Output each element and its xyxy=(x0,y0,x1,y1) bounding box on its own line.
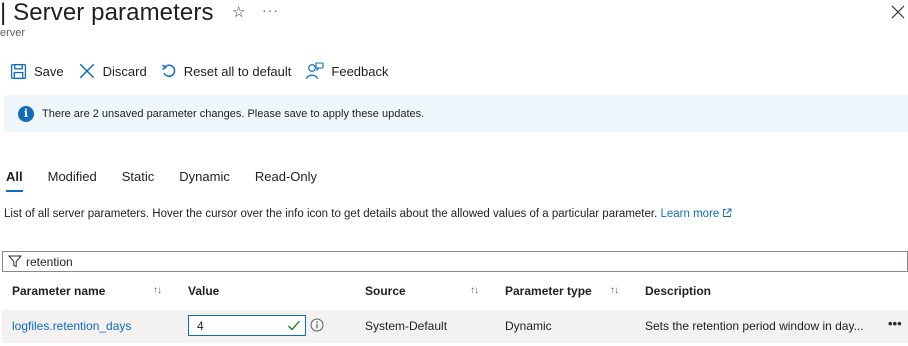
banner-message: There are 2 unsaved parameter changes. P… xyxy=(42,107,425,120)
tab-all[interactable]: All xyxy=(6,168,23,192)
save-icon xyxy=(10,63,27,79)
feedback-button[interactable]: Feedback xyxy=(305,61,389,81)
source-value: System-Default xyxy=(365,319,448,333)
page-subtitle: erver xyxy=(0,27,26,39)
tab-dynamic[interactable]: Dynamic xyxy=(179,168,230,190)
description-text: List of all server parameters. Hover the… xyxy=(4,208,661,220)
feedback-person-icon xyxy=(306,62,324,80)
info-icon: i xyxy=(18,105,34,122)
table-header: Parameter name ↑↓ Value Source ↑↓ Parame… xyxy=(0,284,908,302)
filter-funnel-icon xyxy=(8,255,22,268)
sort-arrows-icon[interactable]: ↑↓ xyxy=(470,285,479,296)
parameters-description: List of all server parameters. Hover the… xyxy=(4,208,732,220)
column-header-parameter-name[interactable]: Parameter name xyxy=(12,284,105,298)
parameter-value-input[interactable] xyxy=(189,316,279,335)
search-filter-box[interactable] xyxy=(2,251,908,272)
page-title: | Server parameters xyxy=(0,0,214,26)
save-button[interactable]: Save xyxy=(10,61,64,81)
search-input[interactable] xyxy=(26,254,726,269)
table-row: logfiles.retention_days System-Default D… xyxy=(2,310,908,343)
reset-all-button[interactable]: Reset all to default xyxy=(161,61,292,81)
valid-checkmark-icon xyxy=(288,320,300,331)
learn-more-link[interactable]: Learn more xyxy=(660,208,732,220)
column-header-value: Value xyxy=(188,284,220,298)
favorite-star-icon[interactable]: ☆ xyxy=(232,3,245,21)
page-header: | Server parameters xyxy=(0,0,214,26)
sort-arrows-icon[interactable]: ↑↓ xyxy=(610,285,619,296)
undo-icon xyxy=(161,64,175,77)
save-label: Save xyxy=(34,63,64,79)
close-icon[interactable] xyxy=(890,4,906,20)
sort-arrows-icon[interactable]: ↑↓ xyxy=(153,285,162,296)
parameter-filter-tabs: All Modified Static Dynamic Read-Only xyxy=(0,168,342,192)
discard-x-icon xyxy=(79,63,94,79)
unsaved-changes-banner: i There are 2 unsaved parameter changes.… xyxy=(4,95,908,132)
column-header-parameter-type[interactable]: Parameter type xyxy=(505,284,592,298)
tab-static[interactable]: Static xyxy=(122,168,155,190)
value-info-icon[interactable] xyxy=(310,318,324,332)
parameter-description: Sets the retention period window in day.… xyxy=(645,319,864,333)
discard-button[interactable]: Discard xyxy=(78,61,147,81)
column-header-description: Description xyxy=(645,284,712,298)
reset-label: Reset all to default xyxy=(183,63,292,79)
parameter-type-value: Dynamic xyxy=(505,319,552,333)
discard-label: Discard xyxy=(102,63,147,79)
row-more-actions-icon[interactable]: ••• xyxy=(888,316,902,331)
column-header-source[interactable]: Source xyxy=(365,284,406,298)
value-field[interactable] xyxy=(188,315,306,336)
feedback-label: Feedback xyxy=(331,63,389,79)
more-options-icon[interactable]: ··· xyxy=(262,2,279,18)
command-bar: Save Discard Reset all to default Feedba… xyxy=(0,60,403,82)
parameter-name-link[interactable]: logfiles.retention_days xyxy=(12,319,131,333)
external-link-icon xyxy=(723,208,732,217)
tab-modified[interactable]: Modified xyxy=(48,168,97,190)
tab-read-only[interactable]: Read-Only xyxy=(255,168,317,190)
